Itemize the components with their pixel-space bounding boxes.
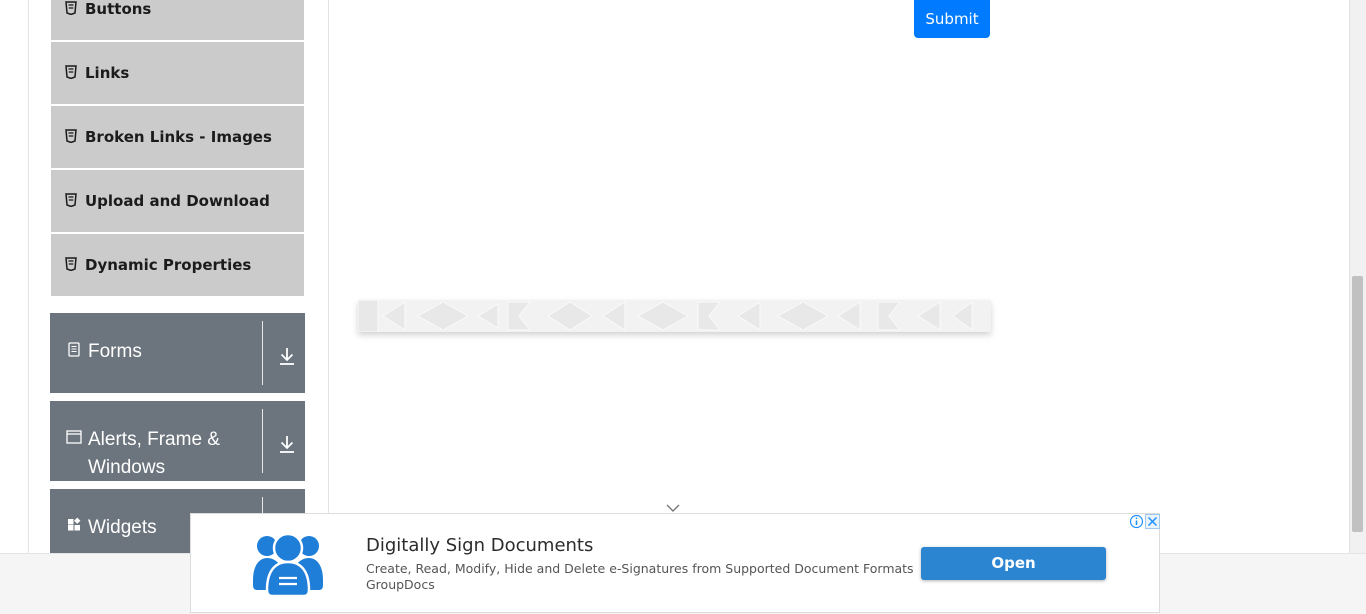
scrollbar-thumb[interactable]: [1352, 276, 1363, 532]
sidebar-item-dynamic-properties[interactable]: Dynamic Properties: [51, 234, 304, 296]
html5-icon: [65, 193, 77, 208]
advertisement[interactable]: Digitally Sign Documents Create, Read, M…: [190, 513, 1160, 613]
sidebar-left-border: [28, 0, 29, 553]
group-title: Alerts, Frame & Windows: [88, 429, 220, 478]
sidebar-item-label: Buttons: [85, 0, 152, 18]
sidebar-item-buttons[interactable]: Buttons: [51, 0, 304, 40]
html5-icon: [65, 129, 77, 144]
submit-button[interactable]: Submit: [914, 0, 990, 38]
users-group-icon: [253, 532, 323, 598]
html5-icon: [65, 1, 77, 16]
download-arrow-icon[interactable]: [278, 346, 296, 366]
widgets-icon: [66, 517, 82, 533]
document-icon: [66, 341, 82, 357]
html5-icon: [65, 257, 77, 272]
ad-description: Create, Read, Modify, Hide and Delete e-…: [366, 561, 914, 576]
sidebar-item-label: Upload and Download: [85, 192, 270, 210]
group-title: Forms: [88, 341, 142, 362]
group-divider: [262, 409, 263, 473]
sidebar-item-label: Broken Links - Images: [85, 128, 272, 146]
window-icon: [66, 429, 82, 445]
download-arrow-icon[interactable]: [278, 434, 296, 454]
sidebar-item-links[interactable]: Links: [51, 42, 304, 104]
sidebar-item-broken-links[interactable]: Broken Links - Images: [51, 106, 304, 168]
sidebar-item-label: Dynamic Properties: [85, 256, 252, 274]
ad-brand: GroupDocs: [366, 577, 435, 592]
close-icon[interactable]: [1145, 514, 1160, 529]
ad-open-button[interactable]: Open: [921, 547, 1106, 580]
info-icon[interactable]: [1129, 514, 1144, 529]
ad-banner-placeholder: [357, 299, 991, 333]
sidebar-group-alerts[interactable]: Alerts, Frame & Windows: [50, 401, 305, 481]
sidebar-item-upload-download[interactable]: Upload and Download: [51, 170, 304, 232]
sidebar-item-label: Links: [85, 64, 130, 82]
chevron-down-icon[interactable]: [666, 500, 680, 512]
sidebar-right-border: [328, 0, 329, 553]
sidebar-group-forms[interactable]: Forms: [50, 313, 305, 393]
ad-title[interactable]: Digitally Sign Documents: [366, 535, 593, 556]
group-divider: [262, 321, 263, 385]
html5-icon: [65, 65, 77, 80]
